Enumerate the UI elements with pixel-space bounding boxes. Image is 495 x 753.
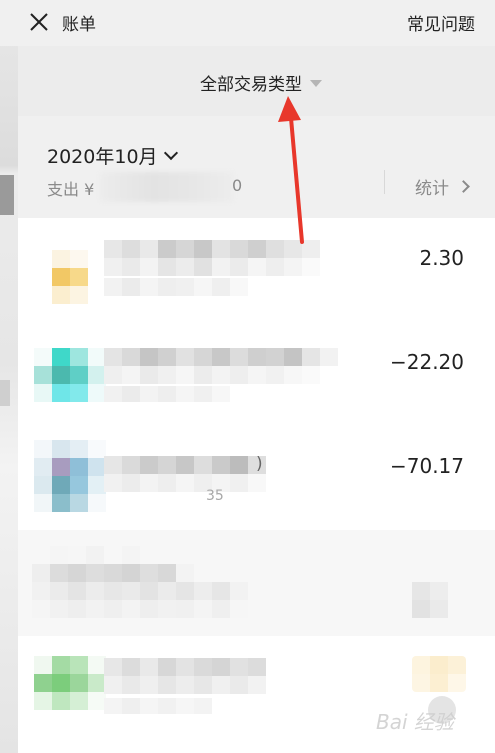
transaction-amount: 2.30 — [419, 246, 464, 270]
transaction-amount: −22.20 — [389, 350, 464, 374]
expense-tail: 0 — [232, 176, 243, 195]
redacted-expense-total — [100, 172, 234, 202]
meta-tail: 35 — [206, 488, 224, 504]
redacted-title — [104, 240, 320, 276]
redacted-title — [104, 658, 266, 694]
month-label: 2020年10月 — [47, 146, 158, 168]
redacted-amount — [412, 582, 448, 618]
month-selector[interactable]: 2020年10月 — [47, 142, 178, 169]
redacted-subtitle — [104, 386, 230, 402]
transaction-row[interactable]: 2.30 — [18, 218, 495, 323]
faq-link[interactable]: 常见问题 — [407, 10, 475, 35]
chevron-right-icon — [457, 180, 470, 193]
divider — [384, 170, 385, 194]
redacted-subtitle — [104, 698, 212, 714]
background-app-strip — [0, 0, 18, 753]
close-icon[interactable] — [28, 11, 50, 33]
caret-down-icon — [310, 80, 322, 87]
stats-link[interactable]: 统计 — [415, 174, 470, 199]
merchant-avatar — [34, 656, 106, 710]
month-summary: 2020年10月 支出 ¥ 0 统计 — [18, 116, 495, 218]
redacted-title — [104, 348, 338, 384]
transaction-type-filter[interactable]: 全部交易类型 — [200, 70, 322, 95]
redacted-title — [104, 456, 266, 492]
transaction-row[interactable]: ) 35 −70.17 — [18, 426, 495, 531]
chevron-down-icon — [163, 145, 178, 160]
page-title: 账单 — [62, 15, 96, 35]
merchant-avatar — [34, 348, 106, 402]
stats-label: 统计 — [415, 179, 449, 199]
transaction-row[interactable]: −22.20 — [18, 322, 495, 427]
filter-bar: 全部交易类型 — [18, 46, 495, 116]
redacted-amount — [412, 656, 466, 692]
transaction-amount: −70.17 — [389, 454, 464, 478]
transaction-row[interactable] — [18, 636, 495, 753]
merchant-avatar — [34, 244, 106, 304]
transaction-row[interactable] — [18, 530, 495, 637]
filter-label: 全部交易类型 — [200, 75, 302, 95]
header-bar: 账单 常见问题 — [0, 0, 495, 46]
merchant-avatar — [34, 440, 106, 512]
redacted-content — [32, 546, 248, 618]
expense-label: 支出 ¥ — [47, 180, 95, 199]
title-tail: ) — [256, 454, 263, 474]
redacted-subtitle — [104, 278, 248, 296]
